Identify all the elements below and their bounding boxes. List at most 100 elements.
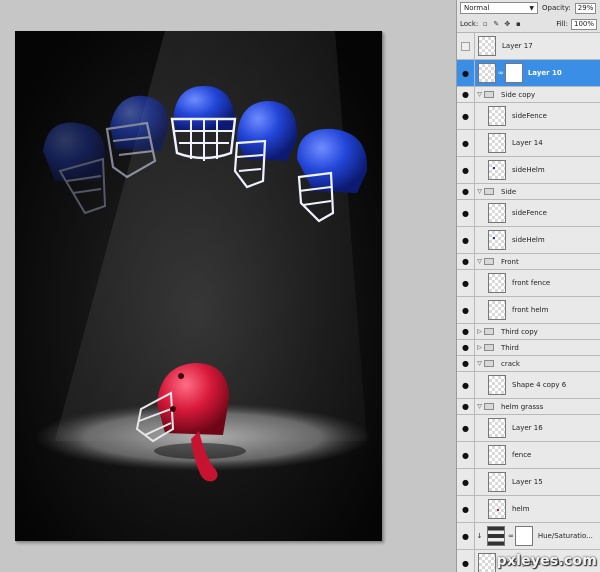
fill-label: Fill: xyxy=(556,20,568,28)
blend-options-row: Normal ▼ Opacity: 29% xyxy=(457,0,600,16)
eye-icon[interactable]: ● xyxy=(457,130,475,156)
layer-name: Layer 17 xyxy=(502,42,533,50)
blend-mode-value: Normal xyxy=(464,4,490,12)
eye-icon[interactable]: ● xyxy=(457,356,475,371)
layer-row[interactable]: ● front helm xyxy=(457,297,600,324)
layer-name: Hue/Saturatio... xyxy=(537,532,593,540)
layer-name: Shape 4 copy 6 xyxy=(512,381,567,389)
folder-icon xyxy=(484,328,494,335)
lock-move-icon[interactable]: ✥ xyxy=(503,20,511,28)
visibility-toggle[interactable] xyxy=(457,33,475,59)
disclosure-open-icon[interactable]: ▽ xyxy=(475,360,484,367)
eye-icon[interactable]: ● xyxy=(457,254,475,269)
eye-icon[interactable]: ● xyxy=(457,523,475,549)
lock-all-icon[interactable]: ▪ xyxy=(514,20,522,28)
helmet-ghost-1 xyxy=(43,122,107,215)
eye-icon[interactable]: ● xyxy=(457,157,475,183)
group-row[interactable]: ● ▽ Side copy xyxy=(457,87,600,103)
layer-row[interactable]: ● sideFence xyxy=(457,103,600,130)
eye-icon[interactable]: ● xyxy=(457,340,475,355)
layer-row[interactable]: ● helm xyxy=(457,496,600,523)
layer-mask-thumbnail[interactable] xyxy=(514,526,533,546)
layer-name: front fence xyxy=(512,279,551,287)
chain-link-icon[interactable]: ∞ xyxy=(508,532,514,540)
eye-icon[interactable]: ● xyxy=(457,227,475,253)
lock-brush-icon[interactable]: ✎ xyxy=(492,20,500,28)
lock-fill-row: Lock: ▫ ✎ ✥ ▪ Fill: 100% xyxy=(457,16,600,33)
adjustment-layer-row[interactable]: ● ↓ ∞ Hue/Saturatio... xyxy=(457,523,600,550)
disclosure-open-icon[interactable]: ▽ xyxy=(475,188,484,195)
layer-name: sideFence xyxy=(512,209,547,217)
folder-icon xyxy=(484,344,494,351)
layer-row[interactable]: ● front fence xyxy=(457,270,600,297)
group-row[interactable]: ● ▽ crack xyxy=(457,356,600,372)
eye-icon[interactable]: ● xyxy=(457,270,475,296)
layer-thumbnail xyxy=(478,36,496,56)
disclosure-closed-icon[interactable]: ▷ xyxy=(475,344,484,351)
folder-icon xyxy=(484,188,494,195)
layers-panel: Normal ▼ Opacity: 29% Lock: ▫ ✎ ✥ ▪ Fill… xyxy=(456,0,600,572)
group-row[interactable]: ● ▽ Side xyxy=(457,184,600,200)
group-row[interactable]: ● ▽ helm grasss xyxy=(457,399,600,415)
layer-thumbnail xyxy=(488,273,506,293)
layer-name: sideHelm xyxy=(512,236,545,244)
opacity-field[interactable]: 29% xyxy=(574,2,597,14)
layer-thumbnail xyxy=(488,133,506,153)
eye-icon[interactable]: ● xyxy=(457,415,475,441)
opacity-label: Opacity: xyxy=(542,4,571,12)
layer-row[interactable]: ● Layer 15 xyxy=(457,469,600,496)
group-name: crack xyxy=(501,359,520,368)
lock-label: Lock: xyxy=(460,20,479,28)
eye-icon[interactable]: ● xyxy=(457,469,475,495)
layer-row[interactable]: ● Layer 14 xyxy=(457,130,600,157)
layer-thumbnail xyxy=(488,160,506,180)
fill-field[interactable]: 100% xyxy=(570,18,597,30)
layers-list: Layer 17 ● ∞ Layer 10 ● ▽ Side copy ● si… xyxy=(457,33,600,572)
canvas-workspace[interactable] xyxy=(0,0,456,572)
eye-icon[interactable]: ● xyxy=(457,372,475,398)
group-name: Front xyxy=(501,257,519,266)
disclosure-open-icon[interactable]: ▽ xyxy=(475,91,484,98)
eye-icon[interactable]: ● xyxy=(457,103,475,129)
layer-row[interactable]: ● Shape 4 copy 6 xyxy=(457,372,600,399)
disclosure-closed-icon[interactable]: ▷ xyxy=(475,328,484,335)
layer-row[interactable]: ● fence xyxy=(457,442,600,469)
eye-icon[interactable]: ● xyxy=(457,297,475,323)
layer-mask-thumbnail[interactable] xyxy=(504,63,523,83)
layer-row-selected[interactable]: ● ∞ Layer 10 xyxy=(457,60,600,87)
group-row[interactable]: ● ▽ Front xyxy=(457,254,600,270)
layer-row[interactable]: ● sideHelm xyxy=(457,227,600,254)
eye-icon[interactable]: ● xyxy=(457,399,475,414)
group-name: Side copy xyxy=(501,90,536,99)
layer-row[interactable]: ● sideFence xyxy=(457,200,600,227)
folder-icon xyxy=(484,403,494,410)
chain-link-icon[interactable]: ∞ xyxy=(498,69,504,77)
eye-icon[interactable]: ● xyxy=(457,496,475,522)
eye-icon[interactable]: ● xyxy=(457,550,475,572)
layer-thumbnail xyxy=(488,499,506,519)
layer-name: sideFence xyxy=(512,112,547,120)
layer-thumbnail xyxy=(478,63,496,83)
eye-icon[interactable]: ● xyxy=(457,442,475,468)
eye-icon[interactable]: ● xyxy=(457,200,475,226)
group-name: helm grasss xyxy=(501,402,544,411)
layer-thumbnail xyxy=(488,300,506,320)
layer-row[interactable]: ● sideHelm xyxy=(457,157,600,184)
layer-row[interactable]: ● Layer 16 xyxy=(457,415,600,442)
eye-icon[interactable]: ● xyxy=(457,184,475,199)
eye-icon[interactable]: ● xyxy=(457,324,475,339)
group-name: Third xyxy=(501,343,519,352)
blend-mode-select[interactable]: Normal ▼ xyxy=(460,2,538,14)
group-row[interactable]: ● ▷ Third xyxy=(457,340,600,356)
layer-row[interactable]: Layer 17 xyxy=(457,33,600,60)
lock-transparency-icon[interactable]: ▫ xyxy=(481,20,489,28)
group-name: Side xyxy=(501,187,517,196)
layer-thumbnail xyxy=(488,230,506,250)
eye-icon[interactable]: ● xyxy=(457,87,475,102)
layer-name: sideHelm xyxy=(512,166,545,174)
document-canvas[interactable] xyxy=(15,31,382,541)
eye-icon[interactable]: ● xyxy=(457,60,475,86)
disclosure-open-icon[interactable]: ▽ xyxy=(475,403,484,410)
group-row[interactable]: ● ▷ Third copy xyxy=(457,324,600,340)
disclosure-open-icon[interactable]: ▽ xyxy=(475,258,484,265)
